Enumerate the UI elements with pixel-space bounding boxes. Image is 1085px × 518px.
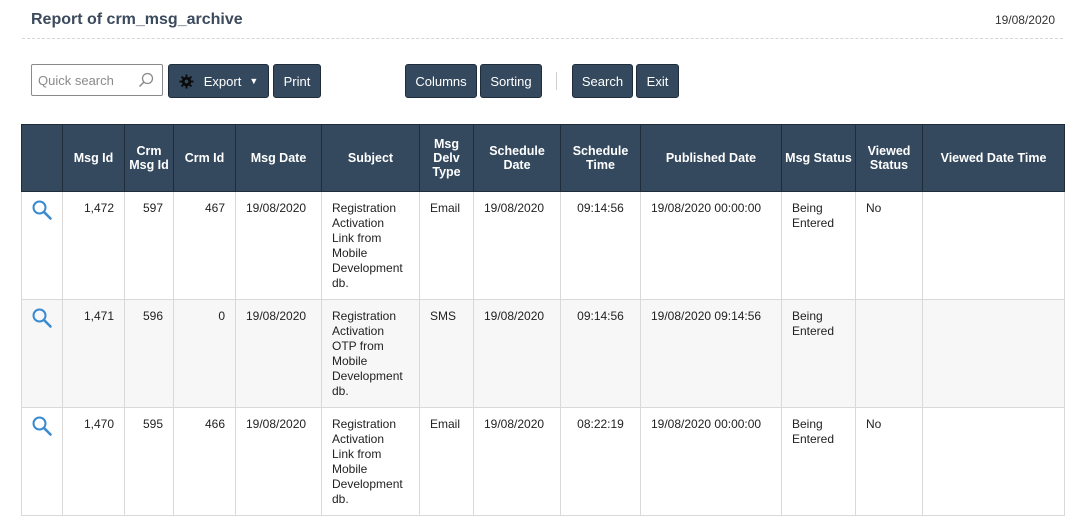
quick-search-input[interactable] bbox=[38, 66, 138, 94]
export-label: Export bbox=[203, 73, 242, 89]
cell-msg-id: 1,470 bbox=[62, 407, 125, 516]
cell-crm-msg-id: 595 bbox=[124, 407, 174, 516]
cell-viewed-date-time bbox=[922, 407, 1065, 516]
cell-crm-msg-id: 597 bbox=[124, 191, 174, 300]
page-title: Report of crm_msg_archive bbox=[31, 11, 243, 28]
cell-crm-id: 0 bbox=[173, 299, 236, 408]
cell-schedule-time: 09:14:56 bbox=[560, 191, 641, 300]
table-header-row: Msg Id Crm Msg Id Crm Id Msg Date Subjec… bbox=[21, 124, 1065, 192]
columns-button[interactable]: Columns bbox=[405, 64, 477, 98]
col-header-viewed-date-time[interactable]: Viewed Date Time bbox=[922, 124, 1065, 192]
col-header-msg-status[interactable]: Msg Status bbox=[781, 124, 856, 192]
report-date: 19/08/2020 bbox=[994, 13, 1055, 27]
cell-msg-status: Being Entered bbox=[781, 299, 856, 408]
table-row: 1,471 596 0 19/08/2020 Registration Acti… bbox=[21, 299, 1065, 408]
magnifier-icon[interactable] bbox=[31, 199, 53, 221]
col-header-published-date[interactable]: Published Date bbox=[640, 124, 782, 192]
cell-schedule-date: 19/08/2020 bbox=[473, 191, 561, 300]
col-header-msg-id[interactable]: Msg Id bbox=[62, 124, 125, 192]
cell-published-date: 19/08/2020 09:14:56 bbox=[640, 299, 782, 408]
col-header-schedule-date[interactable]: Schedule Date bbox=[473, 124, 561, 192]
cell-msg-date: 19/08/2020 bbox=[235, 407, 322, 516]
cell-schedule-date: 19/08/2020 bbox=[473, 299, 561, 408]
cell-msg-date: 19/08/2020 bbox=[235, 299, 322, 408]
export-button[interactable]: Export ▼ bbox=[168, 64, 269, 98]
cell-crm-id: 467 bbox=[173, 191, 236, 300]
cell-published-date: 19/08/2020 00:00:00 bbox=[640, 191, 782, 300]
search-icon[interactable] bbox=[138, 72, 154, 88]
report-table: Msg Id Crm Msg Id Crm Id Msg Date Subjec… bbox=[21, 124, 1065, 516]
row-action-cell bbox=[21, 407, 63, 516]
row-action-cell bbox=[21, 191, 63, 300]
col-header-action bbox=[21, 124, 63, 192]
cell-viewed-date-time bbox=[922, 191, 1065, 300]
col-header-crm-msg-id[interactable]: Crm Msg Id bbox=[124, 124, 174, 192]
toolbar-separator bbox=[556, 72, 557, 90]
cell-subject: Registration Activation Link from Mobile… bbox=[321, 191, 420, 300]
gear-icon bbox=[179, 73, 194, 89]
magnifier-icon[interactable] bbox=[31, 415, 53, 437]
cell-delv-type: Email bbox=[419, 191, 474, 300]
print-button[interactable]: Print bbox=[273, 64, 321, 98]
cell-schedule-time: 09:14:56 bbox=[560, 299, 641, 408]
cell-viewed-status bbox=[855, 299, 923, 408]
sorting-button[interactable]: Sorting bbox=[480, 64, 542, 98]
cell-subject: Registration Activation OTP from Mobile … bbox=[321, 299, 420, 408]
cell-schedule-time: 08:22:19 bbox=[560, 407, 641, 516]
cell-msg-id: 1,471 bbox=[62, 299, 125, 408]
cell-crm-msg-id: 596 bbox=[124, 299, 174, 408]
cell-msg-id: 1,472 bbox=[62, 191, 125, 300]
cell-msg-status: Being Entered bbox=[781, 407, 856, 516]
col-header-viewed-status[interactable]: Viewed Status bbox=[855, 124, 923, 192]
cell-crm-id: 466 bbox=[173, 407, 236, 516]
cell-delv-type: SMS bbox=[419, 299, 474, 408]
magnifier-icon[interactable] bbox=[31, 307, 53, 329]
cell-published-date: 19/08/2020 00:00:00 bbox=[640, 407, 782, 516]
cell-delv-type: Email bbox=[419, 407, 474, 516]
table-row: 1,472 597 467 19/08/2020 Registration Ac… bbox=[21, 191, 1065, 300]
cell-schedule-date: 19/08/2020 bbox=[473, 407, 561, 516]
col-header-subject[interactable]: Subject bbox=[321, 124, 420, 192]
cell-msg-date: 19/08/2020 bbox=[235, 191, 322, 300]
row-action-cell bbox=[21, 299, 63, 408]
cell-viewed-status: No bbox=[855, 407, 923, 516]
table-row: 1,470 595 466 19/08/2020 Registration Ac… bbox=[21, 407, 1065, 516]
col-header-crm-id[interactable]: Crm Id bbox=[173, 124, 236, 192]
exit-button[interactable]: Exit bbox=[636, 64, 679, 98]
cell-msg-status: Being Entered bbox=[781, 191, 856, 300]
quick-search-box[interactable] bbox=[31, 64, 163, 96]
header-divider bbox=[22, 38, 1063, 39]
cell-subject: Registration Activation Link from Mobile… bbox=[321, 407, 420, 516]
col-header-schedule-time[interactable]: Schedule Time bbox=[560, 124, 641, 192]
cell-viewed-status: No bbox=[855, 191, 923, 300]
col-header-msg-date[interactable]: Msg Date bbox=[235, 124, 322, 192]
chevron-down-icon: ▼ bbox=[249, 76, 259, 86]
search-button[interactable]: Search bbox=[572, 64, 633, 98]
col-header-msg-delv-type[interactable]: Msg Delv Type bbox=[419, 124, 474, 192]
cell-viewed-date-time bbox=[922, 299, 1065, 408]
